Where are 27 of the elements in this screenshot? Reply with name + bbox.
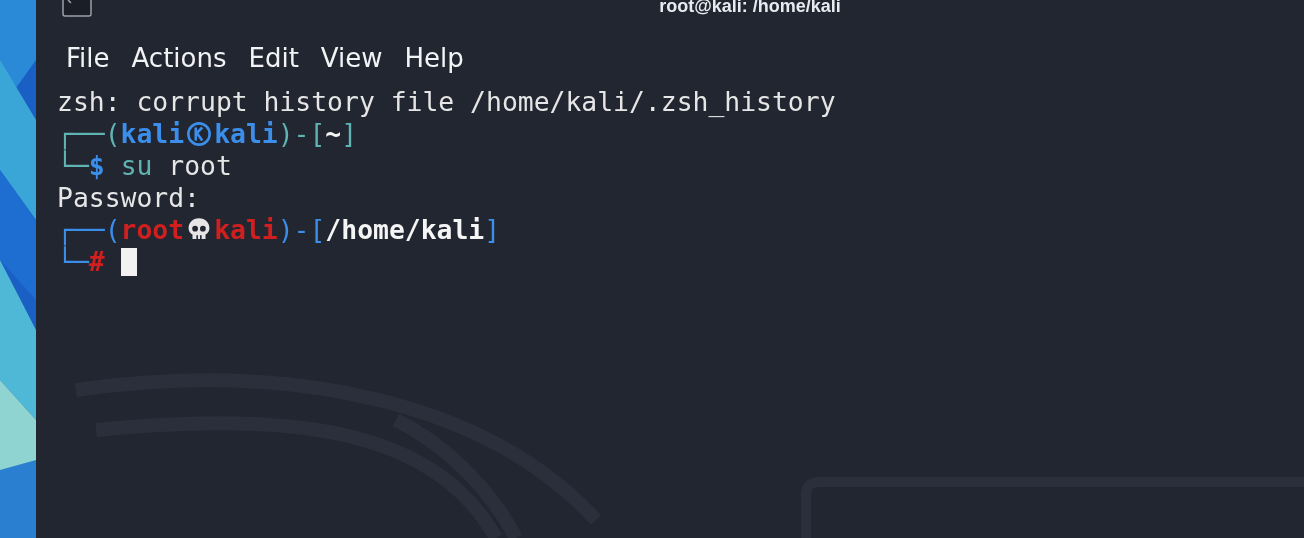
kali-symbol-icon — [186, 121, 213, 147]
menu-item[interactable]: Help — [394, 40, 474, 76]
command-argument: root — [167, 150, 232, 182]
prompt-frame: ┌──( — [57, 118, 121, 150]
prompt-user: kali — [120, 118, 185, 150]
prompt-symbol: $ — [88, 150, 105, 182]
output-text: Password: — [57, 182, 200, 214]
prompt-directory: /home/kali — [325, 214, 485, 246]
menu-item[interactable]: Edit — [238, 40, 309, 76]
prompt-frame: └─ — [57, 150, 89, 182]
prompt-frame: ┌──( — [57, 214, 121, 246]
prompt-frame: ] — [341, 118, 358, 150]
terminal-icon[interactable] — [62, 0, 92, 18]
prompt-frame: )-[ — [277, 118, 326, 150]
menu-item[interactable]: View — [310, 40, 393, 76]
prompt-host: kali — [214, 214, 278, 246]
prompt-user: root — [120, 214, 185, 246]
prompt-frame: └─ — [57, 246, 89, 278]
prompt-frame: )-[ — [277, 214, 326, 246]
menu-item[interactable]: File — [56, 40, 120, 76]
prompt-symbol: # — [88, 246, 105, 278]
menu-item[interactable]: Actions — [121, 40, 237, 76]
prompt-host: kali — [214, 118, 278, 150]
prompt-frame: ] — [484, 214, 501, 246]
prompt-directory: ~ — [325, 118, 342, 150]
command-name: su — [120, 150, 153, 182]
output-text: zsh: corrupt history file /home/kali/.zsh_history — [57, 86, 836, 118]
